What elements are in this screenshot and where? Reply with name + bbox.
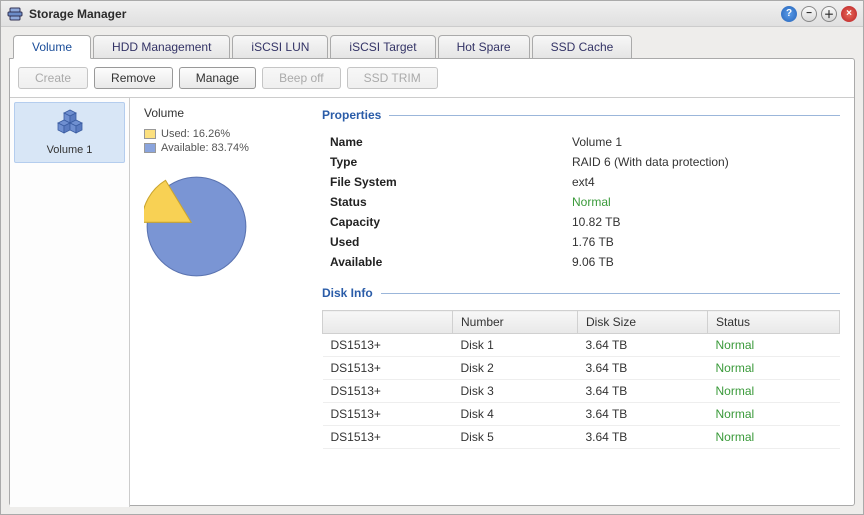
window-controls: ? − ＋ × — [781, 6, 857, 22]
cell-model: DS1513+ — [323, 334, 453, 357]
tab-iscsi-lun[interactable]: iSCSI LUN — [232, 35, 328, 59]
legend-available: Available: 83.74% — [144, 142, 304, 154]
table-row[interactable]: DS1513+Disk 13.64 TBNormal — [323, 334, 840, 357]
create-button[interactable]: Create — [18, 67, 88, 89]
cell-number: Disk 3 — [453, 380, 578, 403]
app-window: Storage Manager ? − ＋ × Volume HDD Manag… — [0, 0, 864, 515]
properties-table: NameVolume 1 TypeRAID 6 (With data prote… — [322, 132, 840, 272]
divider — [381, 293, 840, 294]
legend-swatch-used — [144, 129, 156, 139]
cell-model: DS1513+ — [323, 357, 453, 380]
details-pane: Volume Used: 16.26% Available: 83.74% — [130, 98, 854, 507]
prop-value-status: Normal — [572, 195, 840, 209]
prop-label-name: Name — [322, 135, 572, 149]
cell-number: Disk 4 — [453, 403, 578, 426]
tab-volume[interactable]: Volume — [13, 35, 91, 59]
cell-status: Normal — [708, 334, 840, 357]
beep-off-button[interactable]: Beep off — [262, 67, 340, 89]
divider — [389, 115, 840, 116]
properties-heading: Properties — [322, 108, 840, 122]
disk-info-heading-text: Disk Info — [322, 286, 373, 300]
cell-status: Normal — [708, 380, 840, 403]
cell-size: 3.64 TB — [578, 380, 708, 403]
col-model[interactable] — [323, 311, 453, 334]
close-button[interactable]: × — [841, 6, 857, 22]
table-row[interactable]: DS1513+Disk 43.64 TBNormal — [323, 403, 840, 426]
main-area: Volume 1 Volume Used: 16.26% — [10, 97, 854, 507]
prop-value-type: RAID 6 (With data protection) — [572, 155, 840, 169]
maximize-button[interactable]: ＋ — [821, 6, 837, 22]
tab-iscsi-target[interactable]: iSCSI Target — [330, 35, 435, 59]
manage-button[interactable]: Manage — [179, 67, 256, 89]
legend-swatch-available — [144, 143, 156, 153]
tab-hot-spare[interactable]: Hot Spare — [438, 35, 530, 59]
cell-model: DS1513+ — [323, 380, 453, 403]
cell-size: 3.64 TB — [578, 403, 708, 426]
cell-size: 3.64 TB — [578, 357, 708, 380]
info-column: Properties NameVolume 1 TypeRAID 6 (With… — [322, 106, 840, 499]
help-button[interactable]: ? — [781, 6, 797, 22]
volume-item[interactable]: Volume 1 — [14, 102, 125, 163]
cell-number: Disk 1 — [453, 334, 578, 357]
prop-label-status: Status — [322, 195, 572, 209]
prop-label-capacity: Capacity — [322, 215, 572, 229]
minimize-button[interactable]: − — [801, 6, 817, 22]
titlebar: Storage Manager ? − ＋ × — [1, 1, 863, 27]
prop-label-type: Type — [322, 155, 572, 169]
ssd-trim-button[interactable]: SSD TRIM — [347, 67, 438, 89]
app-icon — [7, 6, 23, 22]
prop-value-name: Volume 1 — [572, 135, 840, 149]
cell-model: DS1513+ — [323, 403, 453, 426]
volume-heading: Volume — [144, 106, 304, 120]
prop-value-available: 9.06 TB — [572, 255, 840, 269]
usage-column: Volume Used: 16.26% Available: 83.74% — [144, 106, 304, 499]
col-status[interactable]: Status — [708, 311, 840, 334]
legend-used-label: Used: 16.26% — [161, 128, 230, 140]
tab-hdd-management[interactable]: HDD Management — [93, 35, 230, 59]
cell-status: Normal — [708, 403, 840, 426]
remove-button[interactable]: Remove — [94, 67, 173, 89]
disk-info-heading: Disk Info — [322, 286, 840, 300]
cell-number: Disk 5 — [453, 426, 578, 449]
cell-size: 3.64 TB — [578, 426, 708, 449]
prop-value-fs: ext4 — [572, 175, 840, 189]
table-row[interactable]: DS1513+Disk 53.64 TBNormal — [323, 426, 840, 449]
col-size[interactable]: Disk Size — [578, 311, 708, 334]
legend: Used: 16.26% Available: 83.74% — [144, 128, 304, 154]
content: Volume HDD Management iSCSI LUN iSCSI Ta… — [1, 27, 863, 514]
legend-available-label: Available: 83.74% — [161, 142, 249, 154]
usage-pie-chart — [144, 174, 249, 279]
cell-number: Disk 2 — [453, 357, 578, 380]
window-title: Storage Manager — [29, 7, 781, 21]
tab-bar: Volume HDD Management iSCSI LUN iSCSI Ta… — [9, 35, 855, 59]
volume-cube-icon — [54, 126, 86, 140]
col-number[interactable]: Number — [453, 311, 578, 334]
table-row[interactable]: DS1513+Disk 23.64 TBNormal — [323, 357, 840, 380]
toolbar: Create Remove Manage Beep off SSD TRIM — [10, 59, 854, 97]
volume-item-label: Volume 1 — [21, 144, 118, 156]
prop-value-used: 1.76 TB — [572, 235, 840, 249]
cell-size: 3.64 TB — [578, 334, 708, 357]
prop-label-used: Used — [322, 235, 572, 249]
prop-label-available: Available — [322, 255, 572, 269]
cell-status: Normal — [708, 357, 840, 380]
disk-table: Number Disk Size Status DS1513+Disk 13.6… — [322, 310, 840, 449]
disk-table-header-row: Number Disk Size Status — [323, 311, 840, 334]
table-row[interactable]: DS1513+Disk 33.64 TBNormal — [323, 380, 840, 403]
properties-heading-text: Properties — [322, 108, 381, 122]
prop-label-fs: File System — [322, 175, 572, 189]
cell-model: DS1513+ — [323, 426, 453, 449]
prop-value-capacity: 10.82 TB — [572, 215, 840, 229]
tab-panel: Create Remove Manage Beep off SSD TRIM — [9, 58, 855, 506]
legend-used: Used: 16.26% — [144, 128, 304, 140]
volume-list: Volume 1 — [10, 98, 130, 507]
cell-status: Normal — [708, 426, 840, 449]
tab-ssd-cache[interactable]: SSD Cache — [532, 35, 633, 59]
